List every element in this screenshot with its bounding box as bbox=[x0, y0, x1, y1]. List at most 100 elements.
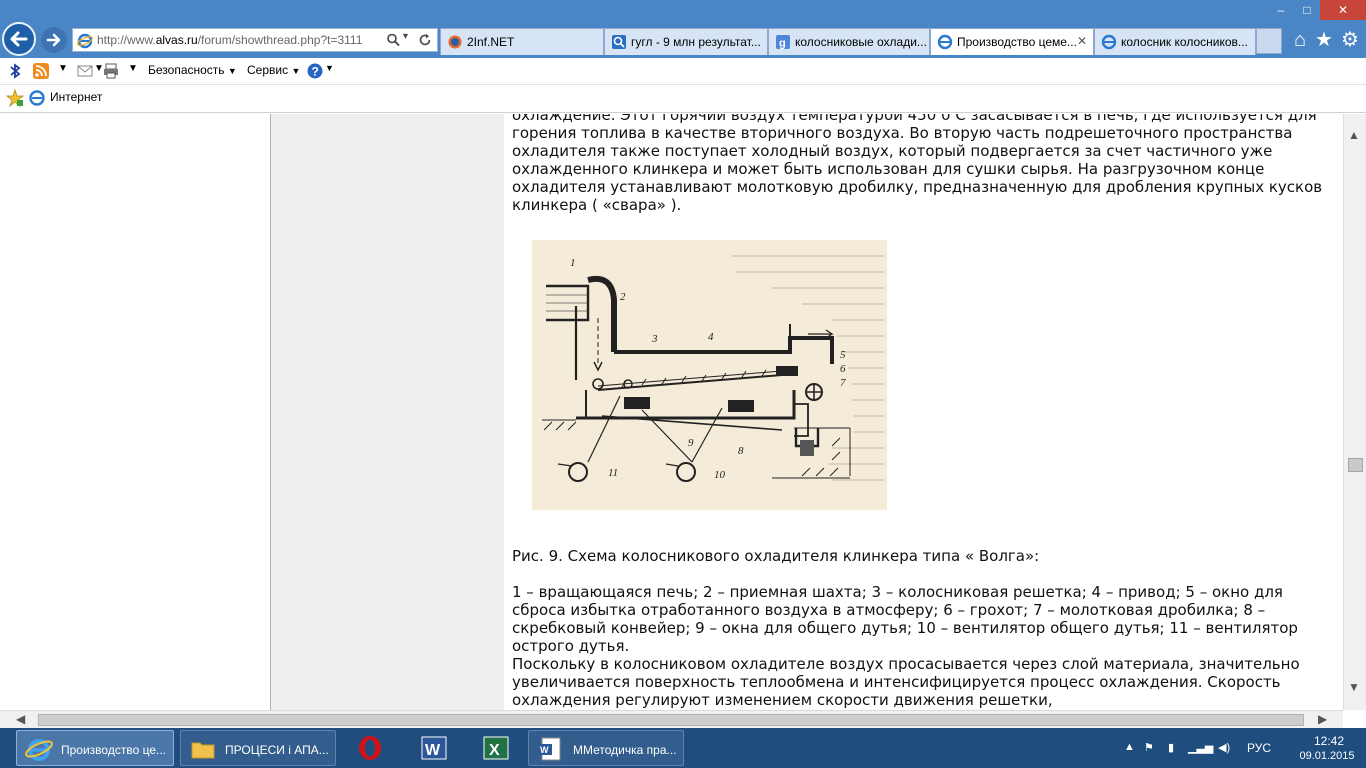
figure-label: 10 bbox=[714, 469, 726, 481]
clock-date[interactable]: 09.01.2015 bbox=[1294, 750, 1360, 762]
horizontal-scrollbar[interactable]: ◀ ▶ bbox=[0, 710, 1343, 728]
tab-2inf[interactable]: 2Inf.NET bbox=[440, 28, 604, 55]
taskbar-label: ММетодичка пра... bbox=[573, 743, 677, 757]
figure-label: 7 bbox=[840, 377, 846, 389]
address-bar[interactable]: http://www.alvas.ru/forum/showthread.php… bbox=[72, 28, 438, 52]
scroll-thumb[interactable] bbox=[38, 714, 1304, 726]
firefox-page-icon bbox=[448, 35, 462, 49]
volume-icon[interactable]: ◀) bbox=[1218, 741, 1232, 755]
ie-page-icon bbox=[937, 34, 953, 50]
clock-time[interactable]: 12:42 bbox=[1299, 734, 1359, 748]
taskbar-item-folder[interactable]: ПРОЦЕСИ і АПА... bbox=[180, 730, 336, 766]
refresh-icon[interactable] bbox=[417, 32, 433, 48]
close-button[interactable]: ✕ bbox=[1320, 0, 1366, 20]
taskbar-item-excel[interactable]: X bbox=[466, 730, 526, 766]
home-icon[interactable]: ⌂ bbox=[1288, 28, 1312, 52]
new-tab-button[interactable] bbox=[1256, 28, 1282, 54]
language-indicator[interactable]: РУС bbox=[1247, 741, 1271, 755]
figure-caption: Рис. 9. Схема колосникового охладителя к… bbox=[512, 547, 1040, 565]
figure-label: 2 bbox=[620, 291, 626, 303]
scroll-right-icon[interactable]: ▶ bbox=[1318, 712, 1327, 726]
network-signal-icon[interactable]: ▁▃▅ bbox=[1188, 741, 1213, 755]
page-content: охлаждение. Этот горячий воздух температ… bbox=[0, 114, 1343, 710]
url-path: /forum/showthread.php?t=3111 bbox=[197, 33, 363, 47]
tab-label: колосниковые охлади... bbox=[795, 35, 927, 49]
minimize-button[interactable]: – bbox=[1268, 0, 1294, 20]
url-domain: alvas.ru bbox=[155, 33, 198, 47]
service-label: Сервис bbox=[247, 63, 289, 77]
post-paragraph: охлаждение. Этот горячий воздух температ… bbox=[512, 114, 1323, 214]
taskbar-item-word[interactable]: W bbox=[404, 730, 464, 766]
battery-icon[interactable]: ▮ bbox=[1168, 741, 1182, 755]
vertical-scrollbar[interactable]: ▲ ▼ bbox=[1343, 114, 1366, 710]
taskbar-label: ПРОЦЕСИ і АПА... bbox=[225, 743, 329, 757]
excel-icon: X bbox=[483, 736, 509, 760]
word-icon: W bbox=[421, 736, 447, 760]
figure-label: 5 bbox=[840, 349, 846, 361]
address-url[interactable]: http://www.alvas.ru/forum/showthread.php… bbox=[97, 33, 377, 47]
ie-page-icon bbox=[1101, 34, 1117, 50]
forum-post: охлаждение. Этот горячий воздух температ… bbox=[504, 114, 1343, 710]
back-button[interactable] bbox=[2, 22, 36, 56]
rss-dropdown-icon[interactable]: ▼ bbox=[58, 63, 68, 74]
figure-label: 9 bbox=[688, 437, 694, 449]
gear-icon[interactable]: ⚙ bbox=[1338, 28, 1362, 52]
bluetooth-icon[interactable] bbox=[6, 62, 24, 80]
taskbar-label: Производство це... bbox=[61, 743, 166, 757]
google-icon: g bbox=[776, 35, 790, 50]
chevron-down-icon: ▼ bbox=[227, 66, 237, 76]
ie-icon bbox=[25, 739, 53, 761]
scroll-down-icon[interactable]: ▼ bbox=[1348, 680, 1360, 694]
help-icon[interactable]: ? bbox=[306, 62, 324, 80]
show-hidden-icons-icon[interactable]: ▲ bbox=[1124, 741, 1138, 755]
tab-close-icon[interactable]: ✕ bbox=[1077, 34, 1087, 48]
search-tab-icon bbox=[612, 35, 626, 49]
svg-text:X: X bbox=[489, 742, 500, 759]
print-dropdown-icon[interactable]: ▼ bbox=[128, 63, 138, 74]
forward-button[interactable] bbox=[41, 27, 67, 53]
figure-label: 8 bbox=[738, 445, 744, 457]
search-icon[interactable] bbox=[385, 32, 401, 48]
scroll-left-icon[interactable]: ◀ bbox=[16, 712, 25, 726]
figure-label: 3 bbox=[651, 333, 658, 345]
svg-text:g: g bbox=[779, 38, 786, 50]
chevron-down-icon: ▼ bbox=[291, 66, 301, 76]
mail-icon[interactable] bbox=[76, 62, 94, 80]
tab-label: колосник колосников... bbox=[1121, 35, 1248, 49]
opera-icon bbox=[359, 736, 381, 760]
tab-grate[interactable]: колосник колосников... bbox=[1094, 28, 1256, 55]
svg-text:W: W bbox=[540, 745, 549, 755]
favorites-bar: Интернет bbox=[0, 85, 1366, 113]
action-center-icon[interactable]: ⚑ bbox=[1144, 741, 1158, 755]
ie-page-icon bbox=[29, 90, 45, 106]
taskbar: Производство це... ПРОЦЕСИ і АПА... W X … bbox=[0, 728, 1366, 768]
favorites-star-icon[interactable]: ★ bbox=[1312, 28, 1336, 52]
clinker-cooler-diagram: 1 2 3 4 5 6 7 8 9 10 11 bbox=[532, 240, 887, 510]
tab-active-production[interactable]: Производство цеме... ✕ bbox=[930, 28, 1094, 55]
tab-google-search[interactable]: гугл - 9 млн результат... bbox=[604, 28, 768, 55]
tab-google-result[interactable]: g колосниковые охлади... bbox=[768, 28, 930, 55]
taskbar-item-document[interactable]: W ММетодичка пра... bbox=[528, 730, 684, 766]
ie-page-icon bbox=[77, 33, 93, 49]
figure-legend: 1 – вращающаяся печь; 2 – приемная шахта… bbox=[512, 583, 1298, 655]
svg-text:W: W bbox=[425, 742, 441, 759]
browser-window: – □ ✕ http://www.alvas.ru/forum/showthre… bbox=[0, 0, 1366, 768]
forward-arrow-icon bbox=[46, 33, 61, 47]
command-bar: ▼ ▼ ▼ Безопасность ▼ Сервис ▼ ? ▼ bbox=[0, 58, 1366, 85]
favorites-zone-label[interactable]: Интернет bbox=[50, 90, 102, 104]
address-dropdown-icon[interactable]: ▾ bbox=[403, 31, 408, 42]
service-menu[interactable]: Сервис ▼ bbox=[247, 63, 300, 77]
maximize-button[interactable]: □ bbox=[1294, 0, 1320, 20]
safety-menu[interactable]: Безопасность ▼ bbox=[148, 63, 237, 77]
favorites-add-icon[interactable] bbox=[6, 89, 24, 107]
scroll-up-icon[interactable]: ▲ bbox=[1348, 128, 1360, 142]
figure-label: 4 bbox=[708, 331, 714, 343]
taskbar-item-opera[interactable] bbox=[340, 730, 400, 766]
taskbar-item-ie[interactable]: Производство це... bbox=[16, 730, 174, 766]
scroll-thumb[interactable] bbox=[1348, 458, 1363, 472]
figure-label: 1 bbox=[570, 257, 576, 269]
tab-label: Производство цеме... bbox=[957, 35, 1077, 49]
print-icon[interactable] bbox=[102, 62, 120, 80]
help-dropdown-icon[interactable]: ▼ bbox=[325, 63, 334, 73]
rss-feed-icon[interactable] bbox=[32, 62, 50, 80]
